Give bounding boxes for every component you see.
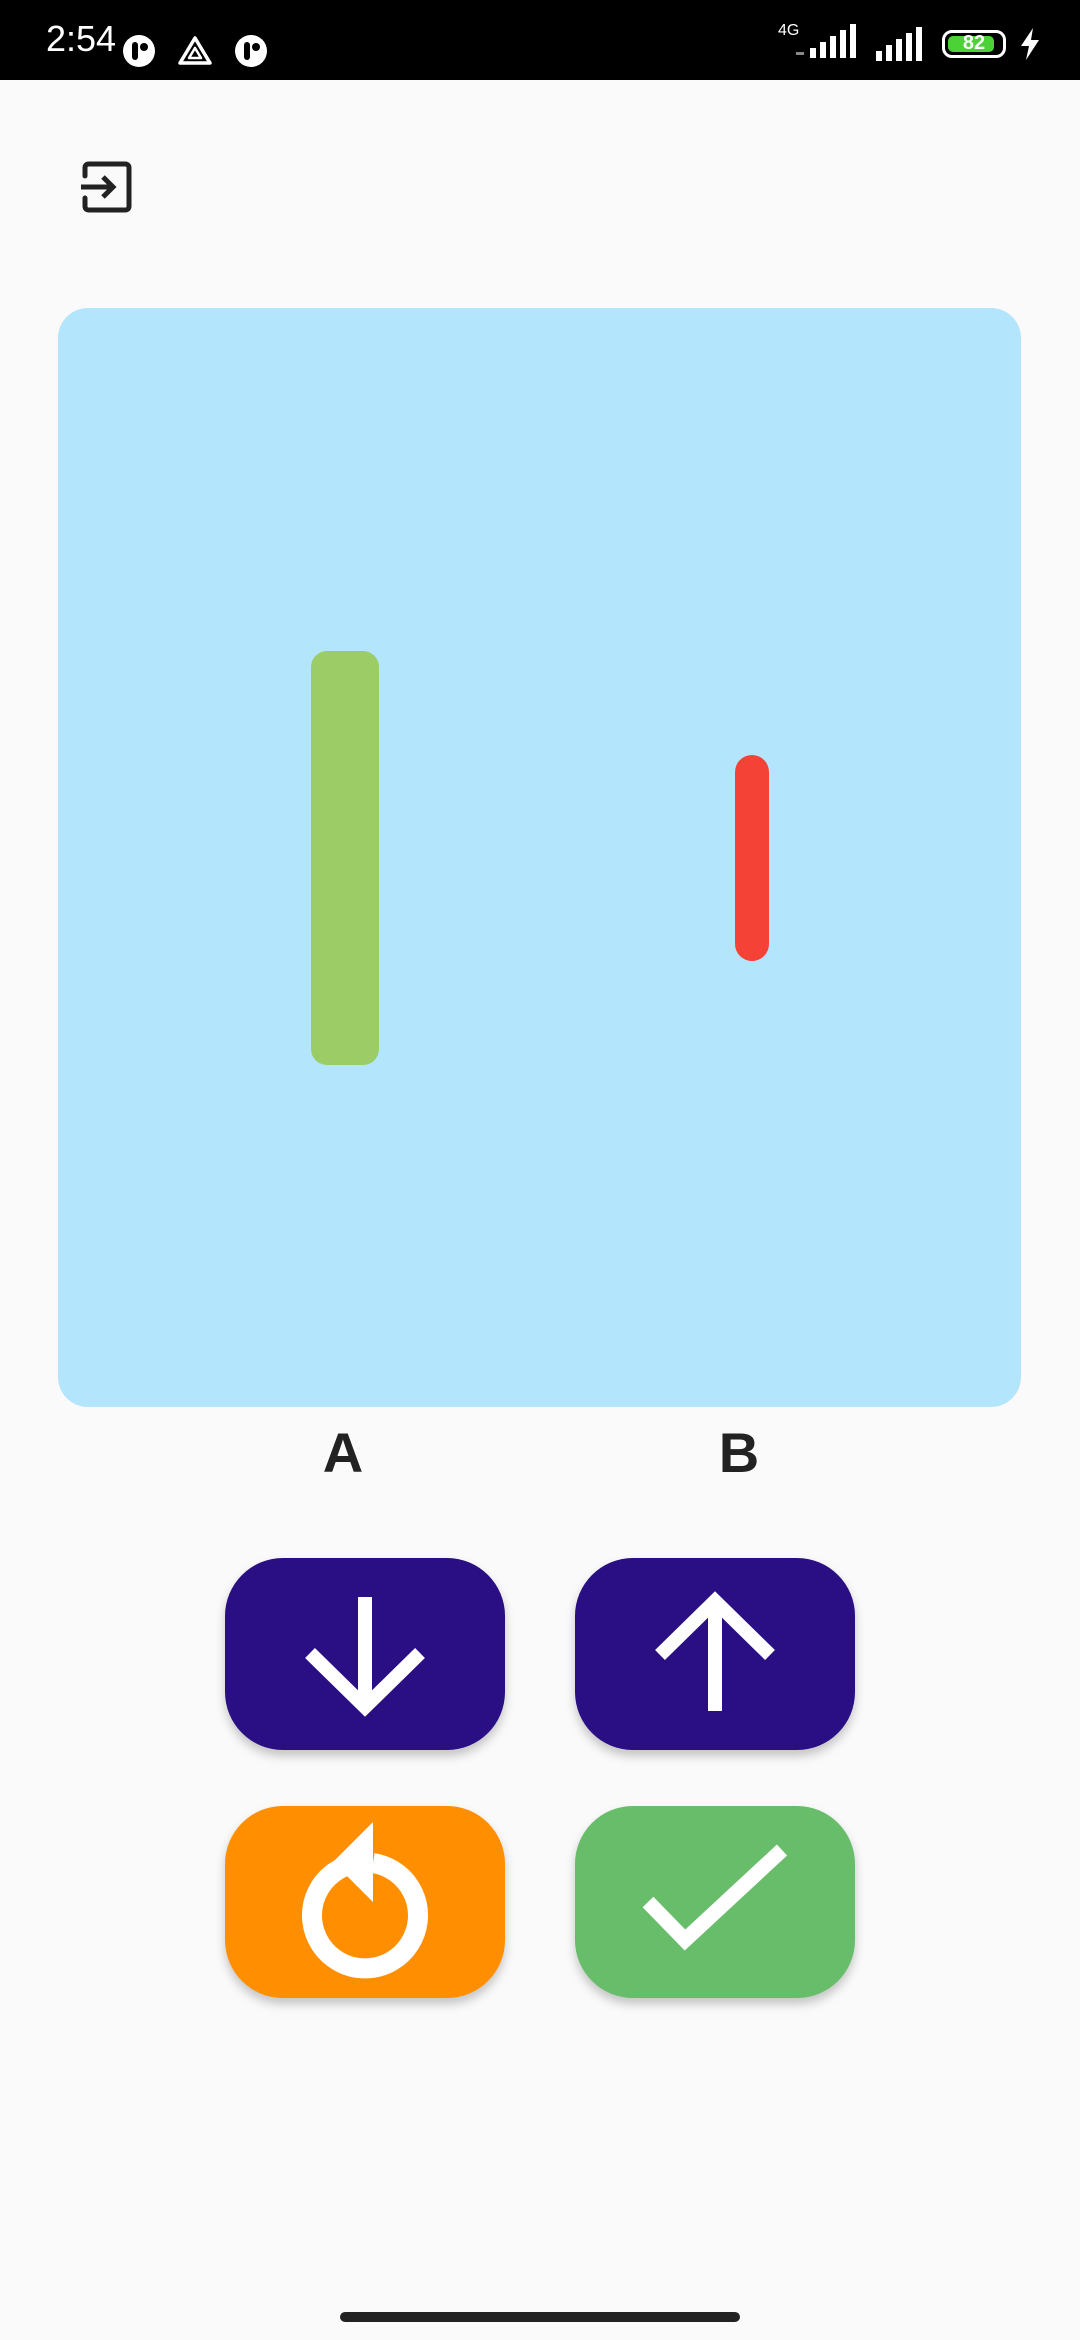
signal-group: 4G	[778, 22, 862, 63]
arrow-down-icon	[305, 1597, 425, 1717]
increase-button[interactable]	[575, 1558, 855, 1750]
notification-icons	[122, 34, 268, 68]
status-bar: 2:54 4G 82	[0, 0, 1080, 80]
status-indicators: 4G 82	[778, 22, 1040, 63]
bar-a	[311, 651, 379, 1065]
label-a: A	[322, 1421, 364, 1484]
bar-b	[735, 755, 769, 961]
check-icon	[642, 1844, 788, 1951]
decrease-button[interactable]	[225, 1558, 505, 1750]
network-type-label: 4G	[778, 22, 800, 39]
home-indicator	[340, 2312, 740, 2322]
exit-button[interactable]	[70, 150, 144, 224]
drive-icon	[178, 36, 212, 65]
label-b: B	[718, 1421, 760, 1484]
signal-icon	[796, 24, 856, 58]
battery-percent: 82	[962, 32, 986, 54]
reset-button[interactable]	[225, 1806, 505, 1998]
notification-app-icon	[235, 35, 267, 67]
confirm-button[interactable]	[575, 1806, 855, 1998]
refresh-icon	[302, 1822, 428, 1979]
notification-app-icon	[123, 35, 155, 67]
exit-to-app-icon	[81, 161, 132, 213]
comparison-panel	[58, 308, 1021, 1407]
arrow-up-icon	[655, 1591, 775, 1711]
status-time: 2:54	[46, 18, 117, 59]
signal-icon	[876, 26, 922, 61]
battery-icon: 82	[942, 29, 1006, 58]
charging-icon	[1021, 27, 1039, 60]
